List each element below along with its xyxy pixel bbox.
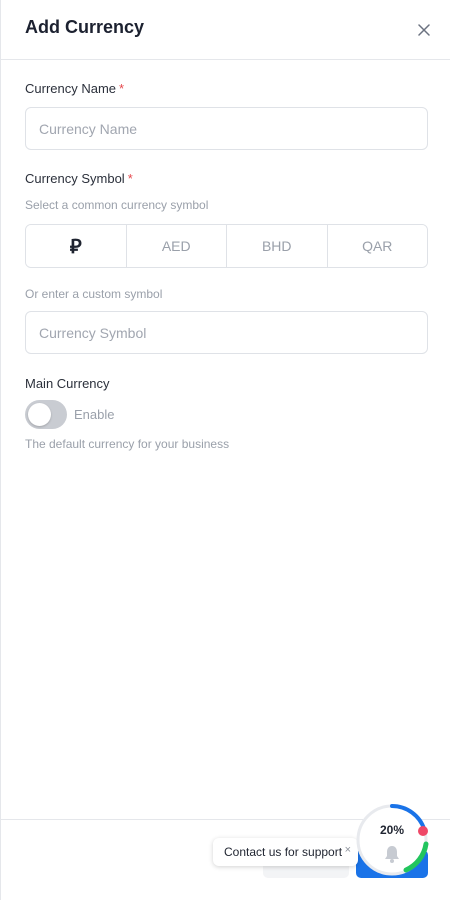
notification-dot (418, 826, 428, 836)
main-currency-description: The default currency for your business (25, 437, 230, 451)
currency-name-label-text: Currency Name (25, 81, 117, 96)
currency-name-input[interactable] (25, 107, 428, 150)
panel-header: Add Currency (1, 0, 450, 60)
close-button[interactable] (413, 19, 435, 41)
saudi-riyal-symbol: ⃁ (69, 234, 82, 258)
main-currency-label: Main Currency (25, 376, 110, 391)
symbol-option-riyal[interactable]: ⃁ (26, 225, 127, 267)
currency-symbol-input[interactable] (25, 311, 428, 354)
currency-symbol-options: ⃁ AED BHD QAR (25, 224, 428, 268)
symbol-option-bhd[interactable]: BHD (227, 225, 328, 267)
required-mark: * (127, 171, 133, 186)
currency-symbol-label-text: Currency Symbol (25, 171, 125, 186)
toggle-knob (28, 403, 51, 426)
currency-symbol-label: Currency Symbol * (25, 171, 133, 186)
main-currency-toggle-row: Enable (25, 400, 114, 429)
required-mark: * (119, 81, 125, 96)
toggle-label: Enable (74, 407, 115, 422)
common-symbol-hint: Select a common currency symbol (25, 198, 209, 212)
symbol-option-qar[interactable]: QAR (327, 225, 427, 267)
support-chip-label: Contact us for support (224, 845, 343, 859)
progress-ring (356, 804, 429, 876)
symbol-option-aed[interactable]: AED (126, 225, 227, 267)
add-currency-panel: Add Currency Currency Name* Currency Sym… (0, 0, 450, 900)
close-icon (418, 24, 430, 36)
panel-title: Add Currency (25, 17, 145, 37)
main-currency-toggle[interactable] (25, 400, 67, 429)
currency-name-label: Currency Name * (25, 81, 124, 96)
progress-widget[interactable]: 20% (356, 802, 430, 878)
custom-symbol-hint: Or enter a custom symbol (25, 287, 163, 301)
support-chip-close-button[interactable]: × (345, 844, 351, 856)
bell-icon (385, 846, 399, 863)
support-chip[interactable]: Contact us for support × (213, 838, 358, 866)
